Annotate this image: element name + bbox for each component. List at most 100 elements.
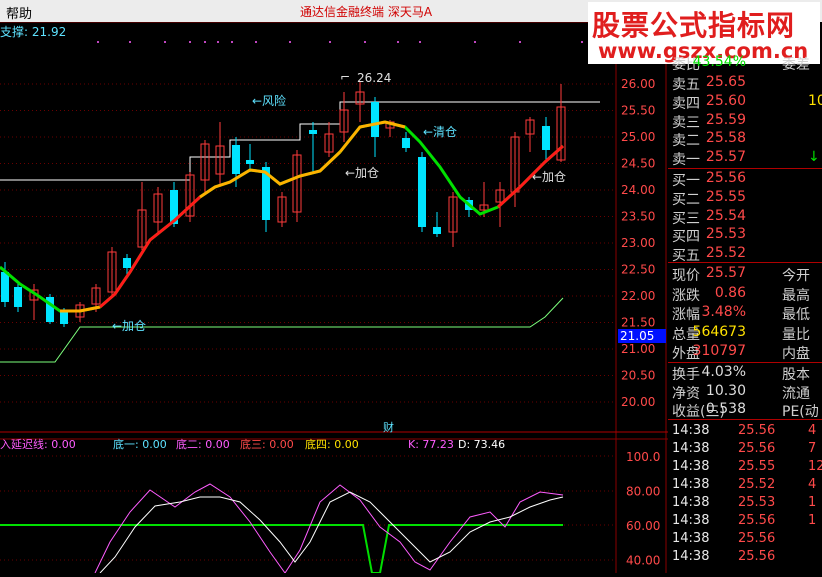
candle (277, 192, 287, 227)
ask-row: 卖五 25.65 (668, 74, 822, 93)
clear-label: ←清仓 (423, 125, 457, 139)
candle (14, 284, 22, 312)
candle (433, 212, 441, 237)
tick-cell: 14:38 (672, 531, 710, 546)
tick-cell: 25.56 (738, 513, 776, 528)
quote-value: 25.59 (705, 111, 746, 128)
candle (46, 294, 54, 324)
bid-row: 买三 25.54 (668, 207, 822, 227)
quote-label: 卖四 (672, 95, 700, 112)
sub-legend-item: 底一: 0.00 (113, 437, 167, 451)
bid-row: 买二 25.55 (668, 188, 822, 208)
quote-value: 0.538 (705, 401, 746, 417)
candle (309, 122, 317, 172)
price-tick: 21.50 (621, 316, 655, 330)
quote-value: 0.86 (714, 284, 746, 301)
ask-row: 卖一 25.57 ↓ (668, 149, 822, 169)
tick-cell: 14:38 (672, 513, 710, 528)
quote-value: 25.55 (705, 188, 746, 205)
price-tick: 25.00 (621, 130, 655, 144)
quote-value: 25.57 (705, 265, 746, 281)
quote-value: 25.56 (705, 170, 746, 186)
bid-row: 买五 25.52 (668, 245, 822, 264)
quote-label: 卖五 (672, 77, 700, 93)
tick-cell: 1 (808, 495, 817, 510)
quote-label: 换手 (672, 367, 700, 383)
tick-row: 14:38 25.56 (668, 549, 822, 566)
price-tick: 24.00 (621, 183, 655, 197)
quote-extra: 10 (808, 92, 822, 109)
price-tick: 21.00 (621, 342, 655, 356)
price-tick: 24.50 (621, 157, 655, 171)
sub-legend-item: K: 77.23 (408, 438, 454, 451)
tick-cell: 14:38 (672, 459, 710, 474)
quote-label: 买四 (672, 229, 700, 246)
tick-cell: 25.52 (738, 477, 776, 492)
tick-row: 14:38 25.56 7 (668, 441, 822, 458)
tick-row: 14:38 25.53 1 (668, 495, 822, 512)
quote-label-2: PE(动 (782, 404, 819, 420)
tick-cell: 4 (808, 423, 817, 438)
quote-value: 25.52 (705, 245, 746, 262)
price-tick: 23.00 (621, 236, 655, 250)
high-marker-arrow: ⌐ (340, 70, 350, 84)
candle (246, 144, 254, 172)
ask-row: 卖三 25.59 (668, 111, 822, 131)
quote-panel: 委比 43.54% 委差 卖五 25.65 卖四 25.60 10 卖三 25.59 卖二 25… (668, 54, 822, 573)
price-tick: 25.50 (621, 104, 655, 118)
quote-label: 卖一 (672, 152, 700, 169)
tick-row: 14:38 25.55 12 (668, 459, 822, 476)
price-tick: 26.00 (621, 77, 655, 91)
high-price-label: 26.24 (357, 71, 391, 85)
candle (324, 122, 334, 157)
sub-legend-item: 底三: 0.00 (240, 437, 294, 451)
stat-row: 换手 4.03% 股本 (668, 364, 822, 383)
chart-area[interactable]: 26.00 25.50 25.00 24.50 24.00 23.50 23.00 22.50… (0, 21, 668, 574)
bottom-signal-line (0, 524, 563, 574)
tick-cell: 25.56 (738, 531, 776, 546)
candle (215, 122, 225, 187)
tick-cell: 14:38 (672, 423, 710, 438)
quote-label: 涨跌 (672, 287, 700, 304)
price-tick: 20.00 (621, 395, 655, 409)
tick-row: 14:38 25.56 4 (668, 423, 822, 440)
finance-marker[interactable]: 财 (383, 420, 394, 434)
candle (29, 284, 39, 320)
candle (292, 150, 302, 222)
quote-label-2: 流通 (782, 385, 810, 402)
quote-label-2: 最高 (782, 287, 810, 304)
candle (339, 92, 349, 142)
ask-row: 卖二 25.58 (668, 130, 822, 149)
quote-label-2: 最低 (782, 307, 810, 323)
quote-label: 现价 (672, 268, 700, 284)
quote-value: 564673 (692, 323, 746, 340)
d-line (99, 491, 564, 574)
quote-value: 25.60 (705, 92, 746, 109)
sub-legend-item: 底二: 0.00 (176, 437, 230, 451)
sub-axis-tick: 80.00 (626, 485, 660, 499)
tick-row: 14:38 25.52 4 (668, 477, 822, 494)
risk-label: ←风险 (252, 93, 286, 108)
candle (542, 117, 550, 160)
window-title: 通达信金融终端 深天马A (300, 5, 433, 19)
quote-label: 卖三 (672, 114, 700, 131)
candle (200, 140, 210, 192)
menu-help[interactable]: 帮助 (6, 3, 32, 22)
quote-value: 25.54 (705, 207, 746, 224)
support-label: 支撑: 21.92 (0, 24, 66, 39)
price-tick: 22.00 (621, 289, 655, 303)
resistance-line (0, 101, 600, 181)
quote-label-2: 今开 (782, 268, 810, 284)
tick-cell: 25.53 (738, 495, 776, 510)
sub-axis-tick: 60.00 (626, 519, 660, 533)
quote-value: 25.65 (705, 74, 746, 90)
add-label-1: ←加仓 (345, 166, 379, 180)
sub-legend-item: 底四: 0.00 (305, 437, 359, 451)
stat-row: 外盘 310797 内盘 (668, 343, 822, 362)
candle (402, 132, 410, 152)
quote-value: 3.48% (701, 304, 746, 320)
kline-chart: 26.00 25.50 25.00 24.50 24.00 23.50 23.00 22.50… (0, 21, 668, 574)
quote-label-2: 量比 (782, 326, 810, 343)
quote-value: 25.53 (705, 226, 746, 243)
candle (418, 152, 426, 232)
